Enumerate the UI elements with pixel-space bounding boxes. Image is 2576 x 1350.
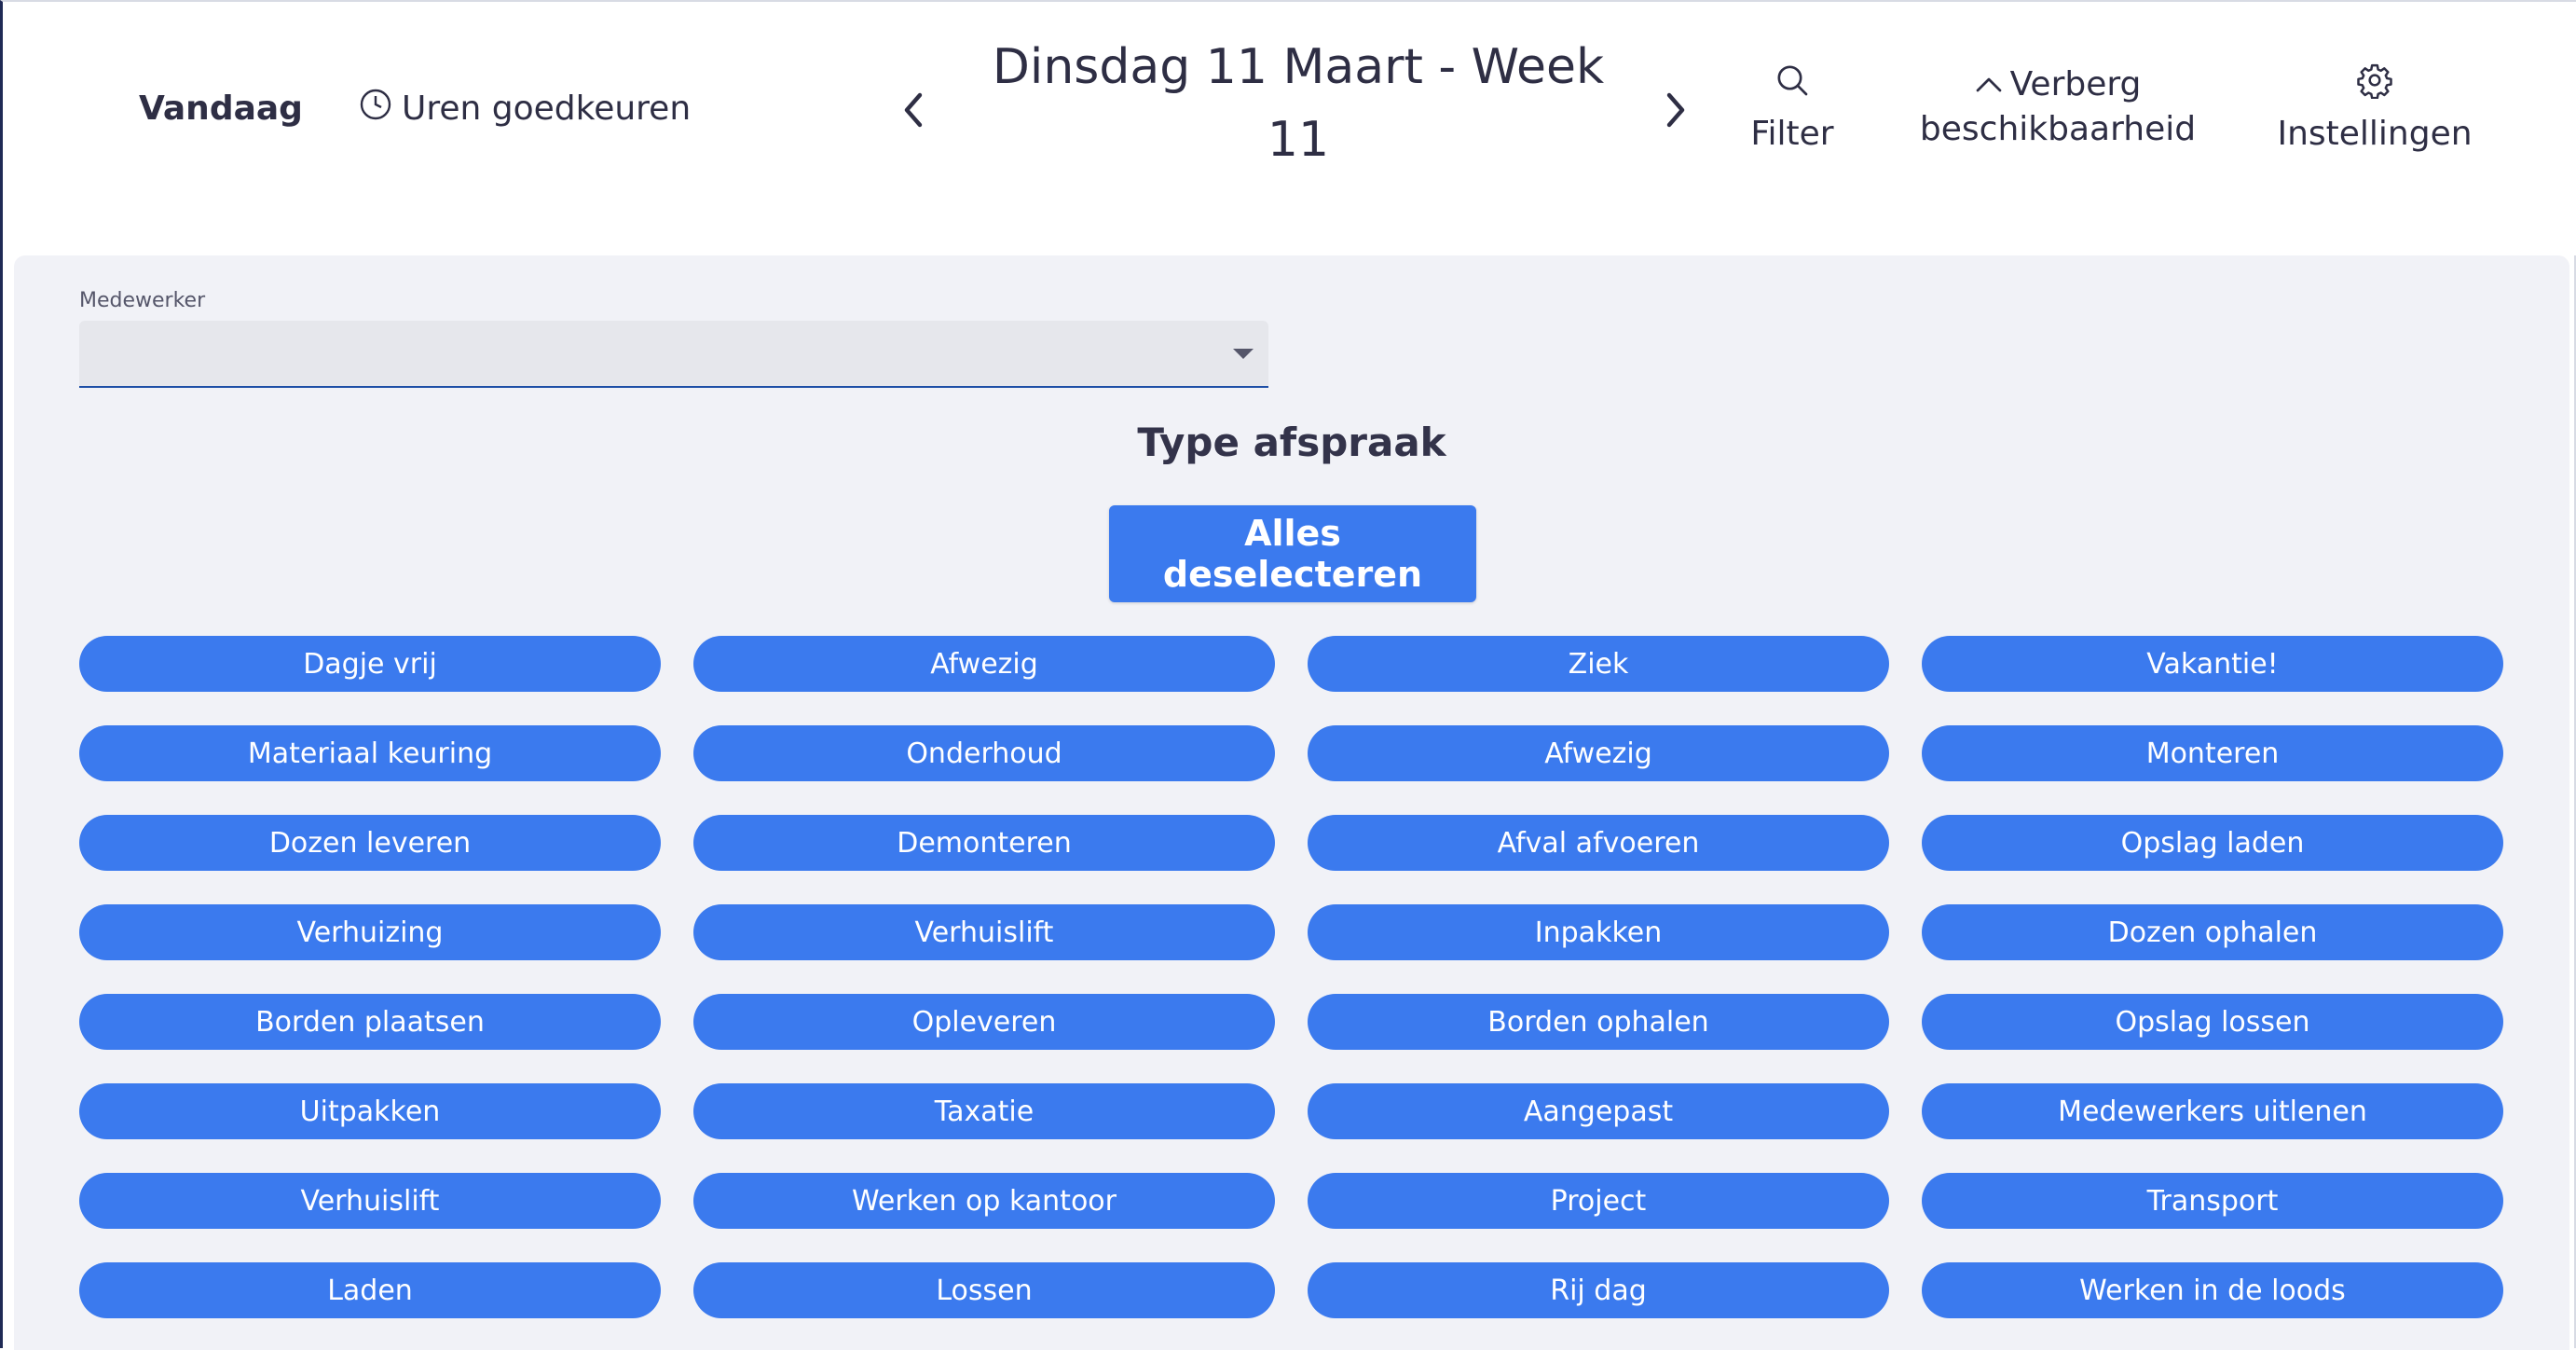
- header-toolbar: Vandaag Uren goedkeuren Dinsdag 11 Maart…: [3, 2, 2576, 255]
- appointment-type-grid: Dagje vrij Afwezig Ziek Vakantie! Materi…: [79, 636, 2504, 1318]
- appointment-type-chip[interactable]: Aangepast: [1308, 1083, 1889, 1139]
- appointment-type-chip[interactable]: Werken in de loods: [1922, 1262, 2503, 1318]
- appointment-type-chip[interactable]: Verhuizing: [79, 904, 661, 960]
- hide-availability-label-line1: Verberg: [2009, 64, 2142, 103]
- caret-down-icon: [1233, 349, 1254, 359]
- filter-button[interactable]: Filter: [1736, 62, 1848, 153]
- app-window: Vandaag Uren goedkeuren Dinsdag 11 Maart…: [0, 0, 2576, 1350]
- clock-icon: [359, 88, 402, 130]
- filter-label: Filter: [1750, 115, 1834, 153]
- appointment-type-chip[interactable]: Borden plaatsen: [79, 994, 661, 1050]
- approve-hours-label: Uren goedkeuren: [402, 89, 692, 128]
- today-button[interactable]: Vandaag: [139, 84, 303, 132]
- employee-select[interactable]: [79, 321, 1268, 388]
- appointment-type-chip[interactable]: Taxatie: [693, 1083, 1275, 1139]
- appointment-type-chip[interactable]: Afval afvoeren: [1308, 815, 1889, 871]
- appointment-type-chip[interactable]: Vakantie!: [1922, 636, 2503, 692]
- deselect-all-button[interactable]: Alles deselecteren: [1109, 505, 1476, 602]
- date-title: Dinsdag 11 Maart - Week: [992, 39, 1605, 95]
- next-day-button[interactable]: [1652, 86, 1699, 138]
- appointment-type-chip[interactable]: Opleveren: [693, 994, 1275, 1050]
- appointment-type-chip[interactable]: Werken op kantoor: [693, 1173, 1275, 1229]
- appointment-type-chip[interactable]: Opslag lossen: [1922, 994, 2503, 1050]
- appointment-type-chip[interactable]: Borden ophalen: [1308, 994, 1889, 1050]
- employee-label: Medewerker: [79, 289, 206, 312]
- appointment-type-chip[interactable]: Transport: [1922, 1173, 2503, 1229]
- appointment-type-chip[interactable]: Lossen: [693, 1262, 1275, 1318]
- approve-hours-button[interactable]: Uren goedkeuren: [359, 84, 691, 132]
- appointment-type-chip[interactable]: Afwezig: [693, 636, 1275, 692]
- appointment-type-chip[interactable]: Dozen ophalen: [1922, 904, 2503, 960]
- settings-label: Instellingen: [2277, 115, 2473, 153]
- appointment-type-chip[interactable]: Laden: [79, 1262, 661, 1318]
- previous-day-button[interactable]: [890, 86, 937, 138]
- hide-availability-button[interactable]: Verberg beschikbaarheid: [1904, 62, 2212, 149]
- chevron-up-icon: [1975, 65, 2010, 103]
- date-title-week: 11: [1267, 112, 1330, 168]
- appointment-type-chip[interactable]: Project: [1308, 1173, 1889, 1229]
- chevron-right-icon: [1664, 91, 1688, 132]
- search-icon: [1774, 62, 1811, 107]
- hide-availability-label-line2: beschikbaarheid: [1919, 110, 2197, 148]
- appointment-type-chip[interactable]: Ziek: [1308, 636, 1889, 692]
- appointment-type-chip[interactable]: Afwezig: [1308, 725, 1889, 781]
- appointment-type-chip[interactable]: Onderhoud: [693, 725, 1275, 781]
- gear-icon: [2356, 62, 2393, 107]
- appointment-type-chip[interactable]: Verhuislift: [79, 1173, 661, 1229]
- appointment-type-chip[interactable]: Uitpakken: [79, 1083, 661, 1139]
- appointment-type-title: Type afspraak: [1137, 420, 1446, 465]
- appointment-type-chip[interactable]: Materiaal keuring: [79, 725, 661, 781]
- appointment-type-chip[interactable]: Demonteren: [693, 815, 1275, 871]
- appointment-type-chip[interactable]: Medewerkers uitlenen: [1922, 1083, 2503, 1139]
- appointment-type-chip[interactable]: Inpakken: [1308, 904, 1889, 960]
- settings-button[interactable]: Instellingen: [2277, 62, 2473, 153]
- appointment-type-chip[interactable]: Verhuislift: [693, 904, 1275, 960]
- appointment-type-chip[interactable]: Rij dag: [1308, 1262, 1889, 1318]
- chevron-left-icon: [901, 91, 925, 132]
- appointment-type-chip[interactable]: Monteren: [1922, 725, 2503, 781]
- appointment-type-chip[interactable]: Dozen leveren: [79, 815, 661, 871]
- appointment-type-chip[interactable]: Opslag laden: [1922, 815, 2503, 871]
- appointment-type-chip[interactable]: Dagje vrij: [79, 636, 661, 692]
- filter-panel: Medewerker Type afspraak Alles deselecte…: [14, 255, 2569, 1350]
